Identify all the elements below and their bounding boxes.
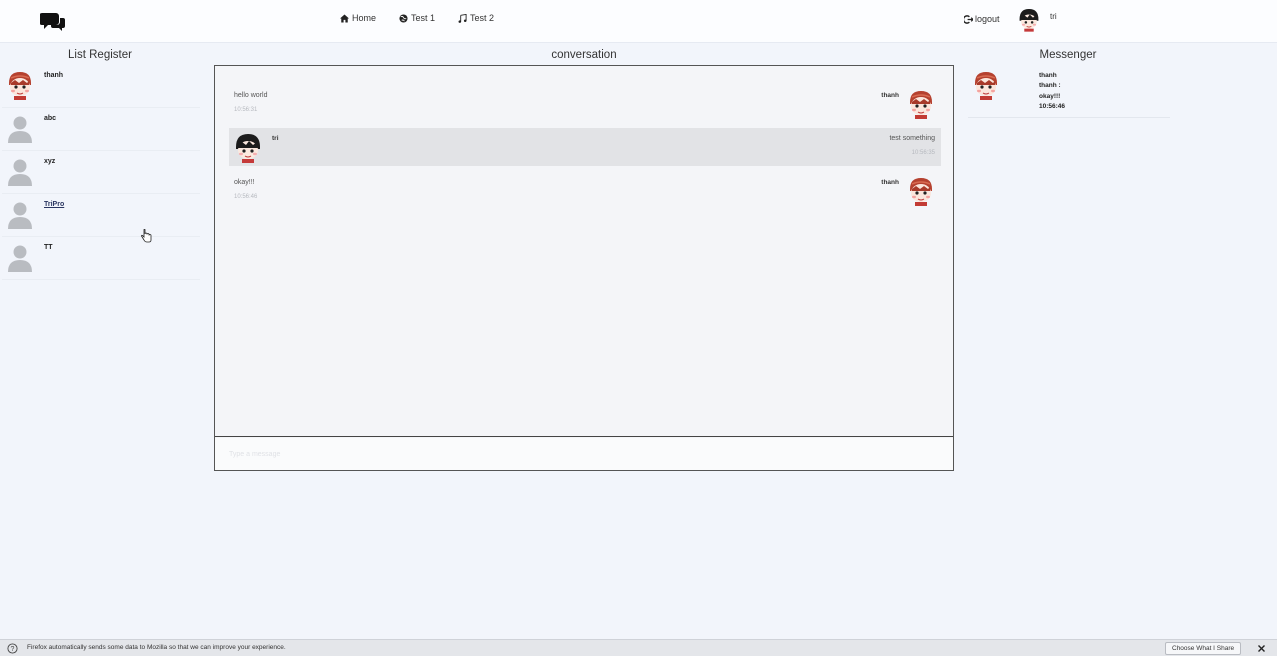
list-item-name[interactable]: TriPro (44, 201, 64, 208)
nav-test-1-label: Test 1 (411, 13, 436, 23)
message-sender: thanh (881, 179, 899, 186)
message-row: hello world 10:56:31 thanh (229, 85, 941, 123)
conversation-title: conversation (551, 49, 617, 61)
messenger-preview-from: thanh : (1039, 82, 1061, 90)
message-row: okay!!! 10:56:46 thanh (229, 172, 941, 210)
list-item-name: TT (44, 244, 53, 251)
logout-icon (964, 14, 973, 24)
message-row: tri test something 10:56:35 (229, 128, 941, 166)
nav-test-2[interactable]: Test 2 (458, 13, 494, 23)
message-input[interactable] (215, 438, 953, 470)
messenger-preview: thanh thanh : okay!!! 10:56:46 (1039, 71, 1065, 112)
user-menu[interactable]: tri (1018, 8, 1057, 32)
nav-home[interactable]: Home (340, 13, 376, 23)
music-icon (458, 13, 467, 23)
list-item[interactable]: abc (2, 108, 200, 151)
avatar (907, 176, 935, 206)
avatar (1018, 8, 1040, 32)
globe-icon (399, 13, 408, 23)
avatar (907, 89, 935, 119)
user-name: tri (1050, 12, 1057, 21)
default-user-icon (6, 242, 34, 272)
messenger-name: thanh (1039, 72, 1057, 79)
notification-message: Firefox automatically sends some data to… (27, 644, 286, 651)
top-navbar: Home Test 1 Test 2 logout tri (0, 0, 1277, 43)
list-item-name: abc (44, 115, 57, 122)
svg-text:?: ? (11, 646, 15, 653)
message-text: hello world (234, 92, 268, 99)
choose-what-i-share-button[interactable]: Choose What I Share (1165, 642, 1242, 655)
list-item-name: xyz (44, 158, 56, 165)
list-item[interactable]: TriPro (2, 194, 200, 237)
list-register: thanh abc xyz TriPro TT (0, 65, 205, 280)
messenger-preview-text: okay!!! (1039, 92, 1061, 100)
info-icon: ? (7, 643, 18, 654)
message-text: test something (889, 135, 935, 142)
list-item[interactable]: TT (2, 237, 200, 280)
message-sender: thanh (881, 92, 899, 99)
message-time: 10:56:35 (911, 150, 935, 156)
nav-links: Home Test 1 Test 2 (340, 13, 517, 23)
conversation-panel: hello world 10:56:31 thanh tri test some… (214, 65, 954, 471)
list-register-title: List Register (68, 49, 132, 61)
avatar (234, 133, 262, 163)
nav-test-2-label: Test 2 (470, 13, 495, 23)
avatar (6, 70, 34, 100)
logout-label: logout (975, 14, 1000, 24)
chat-bubbles-icon[interactable] (39, 11, 66, 33)
app-window: Home Test 1 Test 2 logout tri List Regis… (0, 0, 1277, 656)
message-text: okay!!! (234, 179, 255, 186)
logout-link[interactable]: logout (964, 14, 1000, 24)
default-user-icon (6, 156, 34, 186)
message-time: 10:56:46 (234, 194, 258, 200)
messenger-time: 10:56:46 (1039, 102, 1066, 110)
messenger-item[interactable]: thanh thanh : okay!!! 10:56:46 (968, 66, 1170, 118)
message-sender: tri (272, 135, 279, 142)
default-user-icon (6, 199, 34, 229)
nav-test-1[interactable]: Test 1 (399, 13, 435, 23)
firefox-data-notification-bar: ? Firefox automatically sends some data … (0, 639, 1277, 656)
list-item[interactable]: xyz (2, 151, 200, 194)
messenger-title: Messenger (1039, 49, 1097, 61)
nav-home-label: Home (352, 13, 377, 23)
list-item[interactable]: thanh (2, 65, 200, 108)
default-user-icon (6, 113, 34, 143)
message-list[interactable]: hello world 10:56:31 thanh tri test some… (215, 66, 953, 437)
hand-cursor-icon (141, 229, 152, 243)
list-item-name: thanh (44, 72, 64, 79)
message-time: 10:56:31 (234, 107, 258, 113)
close-icon[interactable] (1256, 643, 1267, 654)
avatar (972, 70, 1000, 100)
home-icon (340, 13, 349, 23)
